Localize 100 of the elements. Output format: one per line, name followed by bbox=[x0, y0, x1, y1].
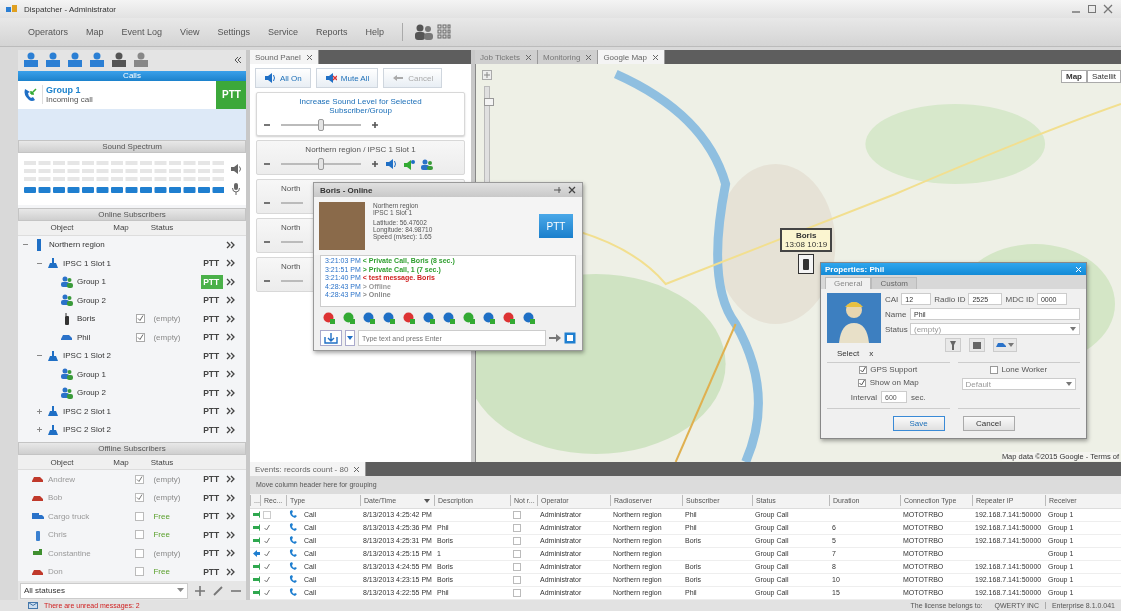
recorded-checkbox[interactable] bbox=[263, 588, 271, 597]
tree-item[interactable]: IPSC 2 Slot 1 PTT bbox=[18, 402, 246, 421]
map-checkbox[interactable] bbox=[135, 567, 145, 577]
dialog-button[interactable]: Save bbox=[892, 416, 945, 431]
ptt-button[interactable]: PTT bbox=[201, 422, 224, 437]
action-icon[interactable] bbox=[322, 311, 335, 324]
send-arrow-icon[interactable] bbox=[549, 333, 561, 343]
menu-item[interactable]: Operators bbox=[20, 25, 77, 39]
map-type-button[interactable]: Map bbox=[1061, 70, 1087, 83]
map-checkbox[interactable] bbox=[135, 530, 145, 540]
tree-item[interactable]: Group 1 PTT bbox=[18, 365, 246, 384]
forward-icon[interactable] bbox=[226, 493, 236, 502]
toolbar-icon[interactable] bbox=[44, 51, 62, 70]
minus-icon[interactable] bbox=[263, 160, 271, 168]
device-button[interactable] bbox=[969, 338, 985, 352]
ptt-button[interactable]: PTT bbox=[201, 404, 224, 419]
dropdown-button[interactable] bbox=[345, 330, 355, 346]
subscriber-row[interactable]: Don Free PTT bbox=[18, 562, 246, 582]
action-icon[interactable] bbox=[462, 311, 475, 324]
zoom-in-icon[interactable] bbox=[482, 70, 492, 80]
forward-icon[interactable] bbox=[226, 475, 236, 484]
map-checkbox[interactable] bbox=[135, 474, 145, 484]
forward-icon[interactable] bbox=[226, 512, 236, 521]
sound-button[interactable]: All On bbox=[255, 68, 311, 88]
menu-item[interactable]: Map bbox=[78, 25, 112, 39]
not-read-checkbox[interactable] bbox=[513, 523, 521, 532]
menu-item[interactable]: Service bbox=[259, 25, 306, 39]
menu-item[interactable]: Help bbox=[357, 25, 392, 39]
action-icon[interactable] bbox=[342, 311, 355, 324]
tree-item[interactable]: IPSC 1 Slot 1 PTT bbox=[18, 254, 246, 273]
forward-icon[interactable] bbox=[226, 567, 236, 576]
map-checkbox[interactable] bbox=[135, 511, 145, 521]
tower-button[interactable] bbox=[945, 338, 961, 352]
action-icon[interactable] bbox=[402, 311, 415, 324]
recorded-checkbox[interactable] bbox=[263, 523, 271, 532]
speaker-group-icon[interactable] bbox=[403, 158, 415, 170]
add-icon[interactable] bbox=[194, 584, 206, 597]
dialog-button[interactable]: Cancel bbox=[962, 416, 1015, 431]
events-tab[interactable]: Events: records count - 80 bbox=[250, 462, 367, 476]
action-icon[interactable] bbox=[382, 311, 395, 324]
tree-item[interactable]: Boris (empty) PTT bbox=[18, 309, 246, 329]
plus-icon[interactable] bbox=[371, 121, 379, 129]
recorded-checkbox[interactable] bbox=[263, 575, 271, 584]
ptt-button[interactable]: PTT bbox=[201, 564, 224, 579]
subscriber-row[interactable]: Constantine (empty) PTT bbox=[18, 544, 246, 563]
gps-support-checkbox[interactable] bbox=[859, 365, 868, 374]
collapse-icon[interactable] bbox=[234, 56, 242, 65]
action-icon[interactable] bbox=[422, 311, 435, 324]
close-icon[interactable] bbox=[585, 53, 593, 61]
ptt-button[interactable]: PTT bbox=[201, 527, 224, 542]
speaker-icon[interactable] bbox=[385, 159, 397, 169]
action-icon[interactable] bbox=[502, 311, 515, 324]
map-checkbox[interactable] bbox=[135, 332, 145, 342]
expand-icon[interactable] bbox=[564, 332, 576, 344]
ptt-button[interactable]: PTT bbox=[201, 509, 224, 524]
menu-item[interactable]: Settings bbox=[209, 25, 258, 39]
lone-worker-checkbox[interactable] bbox=[990, 365, 999, 374]
expand-toggle-icon[interactable] bbox=[36, 407, 43, 415]
map-type-button[interactable]: Satellit bbox=[1087, 70, 1121, 83]
tree-item[interactable]: Group 2 PTT bbox=[18, 383, 246, 403]
online-subscribers-header[interactable]: Online Subscribers bbox=[18, 207, 246, 221]
subscriber-row[interactable]: Bob (empty) PTT bbox=[18, 488, 246, 508]
close-icon[interactable] bbox=[1103, 4, 1113, 14]
ptt-button[interactable]: PTT bbox=[201, 472, 224, 487]
column-header[interactable]: Object bbox=[18, 457, 106, 467]
map-checkbox[interactable] bbox=[135, 493, 145, 503]
microphone-icon[interactable] bbox=[230, 182, 242, 195]
status-filter-dropdown[interactable]: All statuses bbox=[20, 582, 188, 599]
forward-icon[interactable] bbox=[226, 351, 236, 360]
close-icon[interactable] bbox=[568, 186, 576, 194]
offline-subscribers-header[interactable]: Offline Subscribers bbox=[18, 442, 246, 456]
action-icon[interactable] bbox=[362, 311, 375, 324]
ptt-button[interactable]: PTT bbox=[201, 490, 224, 505]
tree-item[interactable]: IPSC 2 Slot 2 PTT bbox=[18, 420, 246, 440]
not-read-checkbox[interactable] bbox=[513, 575, 521, 584]
tree-item[interactable]: Phil (empty) PTT bbox=[18, 328, 246, 347]
ptt-button[interactable]: PTT bbox=[201, 385, 224, 400]
call-item[interactable]: Group 1 Incoming call PTT bbox=[18, 80, 246, 109]
not-read-checkbox[interactable] bbox=[513, 588, 521, 597]
toolbar-icon[interactable] bbox=[88, 51, 106, 70]
forward-icon[interactable] bbox=[226, 333, 236, 342]
recorded-checkbox[interactable] bbox=[263, 549, 271, 558]
users-icon[interactable] bbox=[413, 23, 435, 41]
dialog-tab[interactable]: Custom bbox=[871, 277, 918, 289]
pin-icon[interactable] bbox=[553, 186, 562, 194]
send-mode-button[interactable] bbox=[320, 330, 342, 346]
action-icon[interactable] bbox=[442, 311, 455, 324]
calls-header[interactable]: Calls bbox=[18, 70, 246, 81]
subscriber-row[interactable]: Cargo truck Free PTT bbox=[18, 507, 246, 526]
tree-item[interactable]: Group 2 PTT bbox=[18, 291, 246, 310]
close-icon[interactable] bbox=[305, 53, 313, 61]
forward-icon[interactable] bbox=[226, 296, 236, 305]
tree-item[interactable]: IPSC 1 Slot 2 PTT bbox=[18, 346, 246, 366]
menu-item[interactable]: Event Log bbox=[113, 25, 171, 39]
map-checkbox[interactable] bbox=[135, 548, 145, 558]
forward-icon[interactable] bbox=[226, 370, 236, 379]
not-read-checkbox[interactable] bbox=[513, 549, 521, 558]
minus-icon[interactable] bbox=[263, 277, 271, 285]
forward-icon[interactable] bbox=[226, 240, 236, 249]
group-icon[interactable] bbox=[421, 158, 433, 170]
